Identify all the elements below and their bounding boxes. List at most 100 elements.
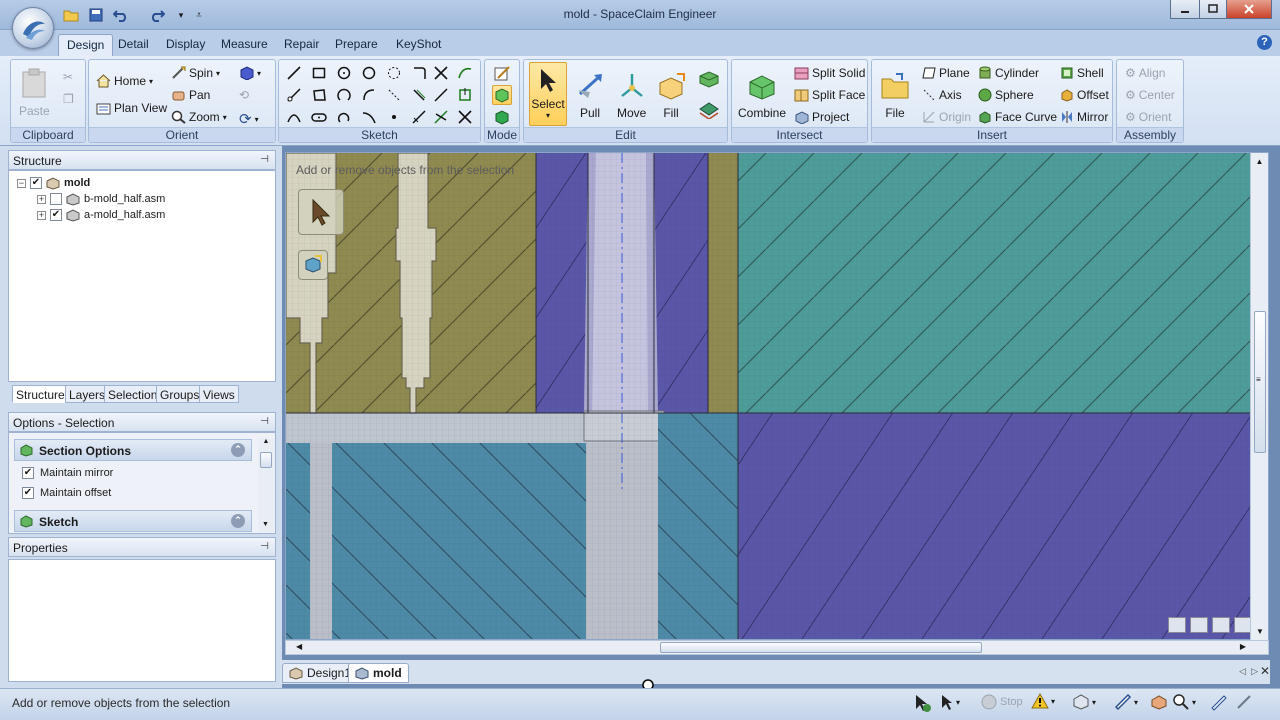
tangent-arc-icon[interactable] — [335, 108, 353, 126]
shell-button[interactable]: Shell — [1060, 66, 1104, 80]
undo-view-icon[interactable]: ⟲ — [239, 88, 249, 102]
visibility-checkbox[interactable]: ✔ — [50, 209, 62, 221]
expand-icon[interactable]: + — [37, 210, 46, 220]
open-icon[interactable] — [62, 6, 80, 24]
view-cube-icon[interactable]: ▾ — [239, 66, 261, 80]
scroll-up-icon[interactable]: ▲ — [1251, 157, 1268, 166]
viewport-horizontal-scrollbar[interactable]: ◀ ▶ — [285, 640, 1269, 655]
tab-selection[interactable]: Selection — [104, 385, 162, 403]
sweep-arc-icon[interactable] — [360, 86, 378, 104]
doc-tab-design1[interactable]: Design1 — [282, 663, 359, 683]
options-scrollbar[interactable]: ▲ ▼ — [258, 438, 274, 532]
cut-icon[interactable]: ✂ — [63, 70, 73, 84]
corner-tool-icon[interactable] — [410, 64, 428, 82]
tab-measure[interactable]: Measure — [213, 34, 276, 56]
expand-icon[interactable]: + — [37, 194, 46, 204]
options-scroll-thumb[interactable] — [260, 452, 272, 468]
collapse-icon[interactable]: − — [17, 178, 26, 188]
render-style-icon[interactable] — [1150, 693, 1168, 711]
sphere-button[interactable]: Sphere — [978, 88, 1034, 102]
split-face-button[interactable]: Split Face — [794, 88, 865, 102]
tab-keyshot[interactable]: KeyShot — [388, 34, 449, 56]
ellipse-tool-icon[interactable] — [385, 64, 403, 82]
maintain-mirror-option[interactable]: ✔ Maintain mirror — [22, 467, 113, 479]
offset-curve-icon[interactable] — [410, 86, 428, 104]
display-style-icon[interactable]: ▾ — [1114, 693, 1138, 711]
move-button[interactable]: Move — [617, 72, 646, 120]
customize-quick-access-icon[interactable]: ⩡ — [190, 6, 208, 24]
scroll-down-icon[interactable]: ▼ — [262, 521, 269, 528]
collapse-section-icon[interactable]: ⌃ — [231, 443, 245, 457]
tab-structure[interactable]: Structure — [12, 385, 69, 403]
pin-icon[interactable]: ⊣ — [260, 541, 269, 552]
slot-tool-icon[interactable] — [310, 108, 328, 126]
minimize-button[interactable] — [1170, 0, 1200, 19]
tab-repair[interactable]: Repair — [276, 34, 327, 56]
sketch-point-icon[interactable] — [385, 108, 403, 126]
maintain-offset-checkbox[interactable]: ✔ — [22, 487, 34, 499]
collapse-section-icon[interactable]: ⌃ — [231, 514, 245, 528]
scroll-right-icon[interactable]: ▶ — [1240, 642, 1246, 651]
design-viewport[interactable]: Add or remove objects from the selection — [285, 152, 1269, 640]
close-document-icon[interactable]: ✕ — [1260, 664, 1270, 678]
axis-button[interactable]: Axis — [922, 88, 962, 102]
align-button[interactable]: ⚙ Align — [1125, 66, 1165, 80]
viewport-vertical-scrollbar[interactable]: ▲ ≡ ▼ — [1250, 153, 1268, 640]
project-button[interactable]: Project — [794, 110, 849, 124]
tangent-line-icon[interactable] — [285, 86, 303, 104]
face-curve-button[interactable]: Face Curve — [978, 110, 1057, 124]
offset-button[interactable]: Offset — [1060, 88, 1109, 102]
plane-button[interactable]: Plane — [922, 66, 970, 80]
extend-curve-icon[interactable] — [432, 86, 450, 104]
copy-icon[interactable]: ❐ — [63, 92, 74, 106]
scroll-left-icon[interactable]: ◀ — [296, 642, 302, 651]
tab-views[interactable]: Views — [199, 385, 239, 403]
three-point-arc-icon[interactable] — [285, 108, 303, 126]
center-button[interactable]: ⚙ Center — [1125, 88, 1175, 102]
app-logo[interactable] — [12, 7, 54, 49]
maintain-mirror-checkbox[interactable]: ✔ — [22, 467, 34, 479]
tab-design[interactable]: Design — [58, 34, 114, 56]
redo-icon[interactable] — [148, 6, 166, 24]
tab-scroll-right-icon[interactable]: ▷ — [1251, 666, 1258, 677]
pin-icon[interactable]: ⊣ — [260, 416, 269, 427]
line-tool-icon[interactable] — [285, 64, 303, 82]
origin-button[interactable]: Origin — [922, 110, 971, 124]
tree-row-a-mold-half[interactable]: + ✔ a-mold_half.asm — [37, 207, 165, 223]
tree-row-b-mold-half[interactable]: + b-mold_half.asm — [37, 191, 165, 207]
section-options-header[interactable]: Section Options ⌃ — [14, 439, 252, 461]
spin-button[interactable]: Spin ▾ — [171, 66, 220, 80]
polygon-tool-icon[interactable] — [310, 86, 328, 104]
section-view-canvas[interactable] — [286, 153, 1269, 640]
tab-scroll-left-icon[interactable]: ◁ — [1239, 666, 1246, 677]
point-tool-icon[interactable] — [385, 86, 403, 104]
paste-button[interactable]: Paste — [19, 68, 50, 118]
insert-file-button[interactable]: File — [880, 72, 910, 120]
scroll-down-icon[interactable]: ▼ — [1256, 627, 1264, 636]
3d-mode-icon[interactable] — [493, 108, 511, 126]
home-button[interactable]: Home ▾ — [96, 74, 153, 88]
warning-icon[interactable]: ▾ — [1031, 693, 1055, 709]
visibility-checkbox[interactable] — [50, 193, 62, 205]
pin-icon[interactable]: ⊣ — [260, 154, 269, 165]
rectangle-tool-icon[interactable] — [310, 64, 328, 82]
select-mode-dropdown[interactable]: ▾ — [940, 693, 960, 711]
trim-tool-icon[interactable] — [432, 64, 450, 82]
plan-view-button[interactable]: Plan View — [96, 101, 167, 115]
zoom-button[interactable]: Zoom ▾ — [171, 110, 227, 124]
section-mode-icon[interactable] — [492, 85, 512, 105]
circle-tool-icon[interactable] — [335, 64, 353, 82]
bend-tool-icon[interactable] — [360, 108, 378, 126]
blend-icon[interactable] — [697, 98, 721, 120]
tab-prepare[interactable]: Prepare — [327, 34, 386, 56]
tab-display[interactable]: Display — [158, 34, 213, 56]
spline-tool-icon[interactable] — [456, 64, 474, 82]
pencil-icon[interactable] — [1190, 617, 1208, 633]
tab-layers[interactable]: Layers — [65, 385, 110, 403]
project-to-sketch-icon[interactable] — [456, 86, 474, 104]
snap-icon[interactable] — [1212, 617, 1230, 633]
pan-button[interactable]: Pan — [171, 88, 210, 102]
close-button[interactable] — [1226, 0, 1272, 19]
tree-row-mold[interactable]: − ✔ mold — [17, 175, 90, 191]
scroll-up-icon[interactable]: ▲ — [258, 438, 274, 445]
